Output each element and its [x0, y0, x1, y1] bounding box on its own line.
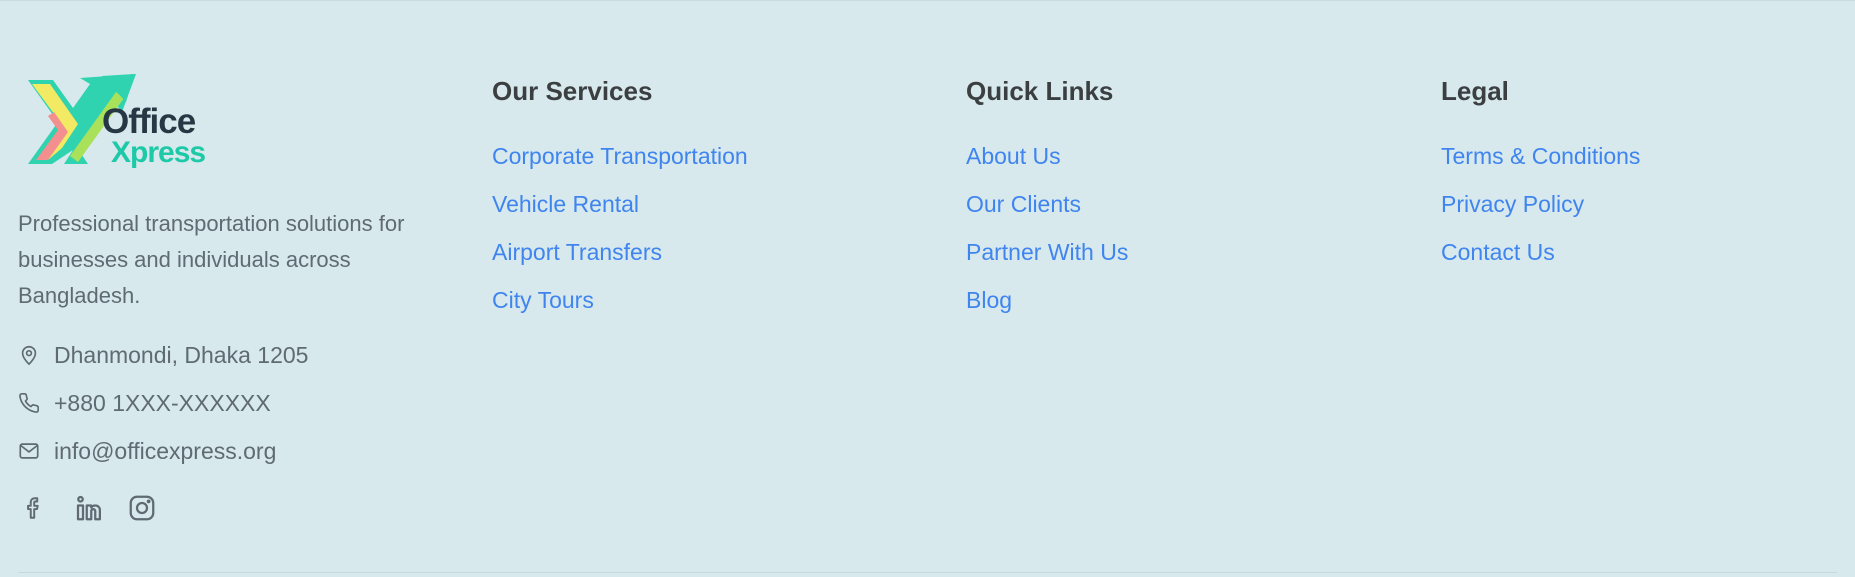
services-list: Corporate Transportation Vehicle Rental …	[492, 138, 748, 330]
site-footer: Office Xpress Professional transportatio…	[18, 0, 1837, 577]
phone-icon	[18, 390, 44, 416]
map-pin-icon	[18, 342, 44, 368]
list-item: Privacy Policy	[1441, 186, 1640, 234]
list-item: Terms & Conditions	[1441, 138, 1640, 186]
contact-email[interactable]: info@officexpress.org	[18, 433, 438, 469]
address-text: Dhanmondi, Dhaka 1205	[54, 341, 309, 368]
link-blog[interactable]: Blog	[966, 287, 1012, 313]
mail-icon	[18, 438, 44, 464]
legal-heading: Legal	[1441, 76, 1509, 106]
link-our-clients[interactable]: Our Clients	[966, 191, 1081, 217]
list-item: Our Clients	[966, 186, 1128, 234]
link-corporate-transportation[interactable]: Corporate Transportation	[492, 143, 748, 169]
linkedin-icon[interactable]	[72, 490, 104, 526]
list-item: About Us	[966, 138, 1128, 186]
list-item: Corporate Transportation	[492, 138, 748, 186]
brand-description: Professional transportation solutions fo…	[18, 211, 405, 308]
quick-links-heading: Quick Links	[966, 76, 1114, 106]
services-heading: Our Services	[492, 76, 653, 106]
phone-text[interactable]: +880 1XXX-XXXXXX	[54, 390, 271, 417]
list-item: Airport Transfers	[492, 234, 748, 282]
link-terms-conditions[interactable]: Terms & Conditions	[1441, 143, 1640, 169]
legal-list: Terms & Conditions Privacy Policy Contac…	[1441, 138, 1640, 282]
list-item: Contact Us	[1441, 234, 1640, 282]
link-airport-transfers[interactable]: Airport Transfers	[492, 239, 662, 265]
list-item: City Tours	[492, 282, 748, 330]
link-partner-with-us[interactable]: Partner With Us	[966, 239, 1128, 265]
instagram-icon[interactable]	[126, 490, 158, 526]
email-text[interactable]: info@officexpress.org	[54, 438, 276, 465]
social-links	[18, 490, 158, 526]
link-vehicle-rental[interactable]: Vehicle Rental	[492, 191, 639, 217]
bottom-divider	[18, 572, 1837, 573]
quick-links-list: About Us Our Clients Partner With Us Blo…	[966, 138, 1128, 330]
link-city-tours[interactable]: City Tours	[492, 287, 594, 313]
contact-phone[interactable]: +880 1XXX-XXXXXX	[18, 385, 438, 421]
link-contact-us[interactable]: Contact Us	[1441, 239, 1555, 265]
list-item: Partner With Us	[966, 234, 1128, 282]
logo-wordmark-xpress: Xpress	[111, 136, 206, 169]
contact-address: Dhanmondi, Dhaka 1205	[18, 337, 438, 373]
link-about-us[interactable]: About Us	[966, 143, 1061, 169]
link-privacy-policy[interactable]: Privacy Policy	[1441, 191, 1584, 217]
list-item: Vehicle Rental	[492, 186, 748, 234]
facebook-icon[interactable]	[18, 490, 50, 526]
list-item: Blog	[966, 282, 1128, 330]
